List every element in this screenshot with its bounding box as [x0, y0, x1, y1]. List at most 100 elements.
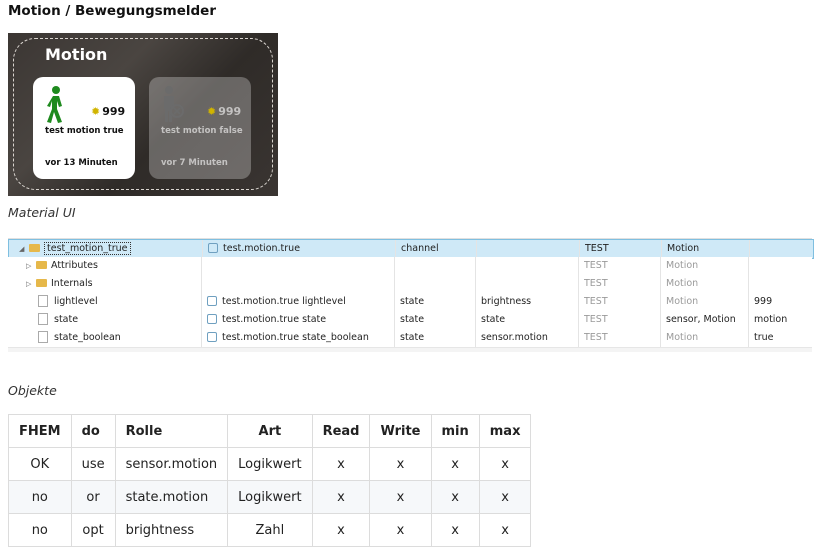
tree-type-cell-text: state	[400, 314, 425, 325]
column-divider	[394, 275, 395, 293]
cell-do: use	[70, 447, 116, 481]
tree-row[interactable]: ◢ test_motion_true test.motion.true channel…	[8, 239, 814, 259]
tree-row[interactable]: state_boolean test.motion.true state_bool…	[8, 329, 812, 348]
tree-id-cell	[207, 257, 392, 275]
tree-room-cell-text: TEST	[584, 314, 608, 325]
column-divider	[578, 311, 579, 329]
cell-write: x	[369, 447, 432, 481]
tree-name-cell[interactable]: ◢ test_motion_true	[19, 240, 200, 258]
table-row: no or state.motion Logikwert x x x x	[8, 480, 532, 514]
tree-name-cell[interactable]: lightlevel	[38, 293, 199, 311]
column-divider	[201, 293, 202, 311]
motion-card-inactive[interactable]: ✹ 999 test motion false vor 7 Minuten	[149, 77, 251, 179]
column-divider	[394, 311, 395, 329]
cell-max: x	[478, 480, 532, 514]
folder-icon	[36, 260, 47, 269]
motion-card-active[interactable]: ✹ 999 test motion true vor 13 Minuten	[33, 77, 135, 179]
tree-function-cell-text: Motion	[667, 243, 700, 254]
tree-id-cell-text: test.motion.true state	[222, 314, 327, 325]
tree-function-cell-text: sensor, Motion	[666, 314, 736, 325]
page-title: Motion / Bewegungsmelder	[8, 3, 216, 19]
tree-type-cell: channel	[401, 240, 474, 258]
tree-value-cell-text: true	[754, 332, 774, 343]
tree-id-cell: test.motion.true state	[207, 311, 392, 329]
card-value-badge: ✹ 999	[207, 105, 241, 118]
tree-item-name: Attributes	[51, 260, 98, 271]
widget-title: Motion	[45, 45, 108, 64]
tree-role-cell-text: brightness	[481, 296, 532, 307]
tree-type-cell-text: state	[400, 332, 425, 343]
column-divider	[660, 257, 661, 275]
tree-row[interactable]: ▷ Internals TEST Motion	[8, 275, 812, 294]
column-divider	[748, 329, 749, 347]
cell-do: opt	[70, 513, 116, 547]
col-max: max	[478, 414, 532, 448]
tree-name-cell[interactable]: state_boolean	[38, 329, 199, 347]
cell-max: x	[478, 447, 532, 481]
expand-arrow-icon[interactable]: ▷	[26, 275, 36, 293]
col-write: Write	[369, 414, 432, 448]
column-divider	[394, 329, 395, 347]
cell-rolle: state.motion	[114, 480, 229, 514]
tree-row[interactable]: ▷ Attributes TEST Motion	[8, 257, 812, 276]
column-divider	[661, 240, 662, 258]
tree-room-cell: TEST	[584, 257, 658, 275]
tree-name-cell[interactable]: ▷ Attributes	[26, 257, 199, 275]
column-divider	[394, 257, 395, 275]
tree-item-name: Internals	[51, 278, 93, 289]
cell-art: Zahl	[227, 513, 313, 547]
cell-min: x	[430, 513, 480, 547]
tree-id-cell-text: test.motion.true lightlevel	[222, 296, 346, 307]
tree-row[interactable]: lightlevel test.motion.true lightlevel sta…	[8, 293, 812, 312]
tree-name-cell[interactable]: ▷ Internals	[26, 275, 199, 293]
tree-function-cell: sensor, Motion	[666, 311, 746, 329]
tree-function-cell-text: Motion	[666, 260, 699, 271]
column-divider	[748, 293, 749, 311]
objekte-heading: Objekte	[8, 383, 57, 398]
tree-item-name: lightlevel	[54, 296, 98, 307]
tree-room-cell: TEST	[584, 329, 658, 347]
file-icon	[38, 312, 48, 325]
standing-person-off-icon	[164, 86, 184, 122]
tree-room-cell-text: TEST	[584, 278, 608, 289]
tree-role-cell-text: state	[481, 314, 506, 325]
tree-value-cell	[754, 275, 810, 293]
tree-room-cell: TEST	[584, 293, 658, 311]
column-divider	[201, 275, 202, 293]
tree-role-cell: brightness	[481, 293, 576, 311]
col-rolle: Rolle	[114, 414, 229, 448]
tree-role-cell-text: sensor.motion	[481, 332, 548, 343]
tree-value-cell	[755, 240, 811, 258]
col-fhem: FHEM	[8, 414, 72, 448]
tree-value-cell: motion	[754, 311, 810, 329]
tree-function-cell-text: Motion	[666, 296, 699, 307]
cell-max: x	[478, 513, 532, 547]
card-name: test motion true	[45, 126, 124, 136]
tree-room-cell-text: TEST	[584, 260, 608, 271]
collapse-arrow-icon[interactable]: ◢	[19, 240, 29, 258]
column-divider	[201, 257, 202, 275]
tree-name-cell[interactable]: state	[38, 311, 199, 329]
column-divider	[578, 293, 579, 311]
folder-icon	[36, 278, 47, 287]
column-divider	[394, 293, 395, 311]
column-divider	[748, 257, 749, 275]
column-divider	[578, 275, 579, 293]
tree-row[interactable]: state test.motion.true state state state TES…	[8, 311, 812, 330]
col-do: do	[70, 414, 116, 448]
tree-role-cell	[481, 257, 576, 275]
tree-function-cell: Motion	[666, 293, 746, 311]
column-divider	[475, 329, 476, 347]
column-divider	[748, 275, 749, 293]
sun-icon: ✹	[91, 105, 101, 118]
expand-arrow-icon[interactable]: ▷	[26, 257, 36, 275]
tree-item-name: state_boolean	[54, 332, 121, 343]
folder-icon	[29, 243, 40, 252]
tree-id-cell: test.motion.true	[208, 240, 393, 258]
tree-room-cell: TEST	[585, 240, 659, 258]
file-icon	[38, 294, 48, 307]
cell-min: x	[430, 447, 480, 481]
tree-function-cell: Motion	[666, 257, 746, 275]
column-divider	[660, 275, 661, 293]
tree-item-name: state	[54, 314, 79, 325]
